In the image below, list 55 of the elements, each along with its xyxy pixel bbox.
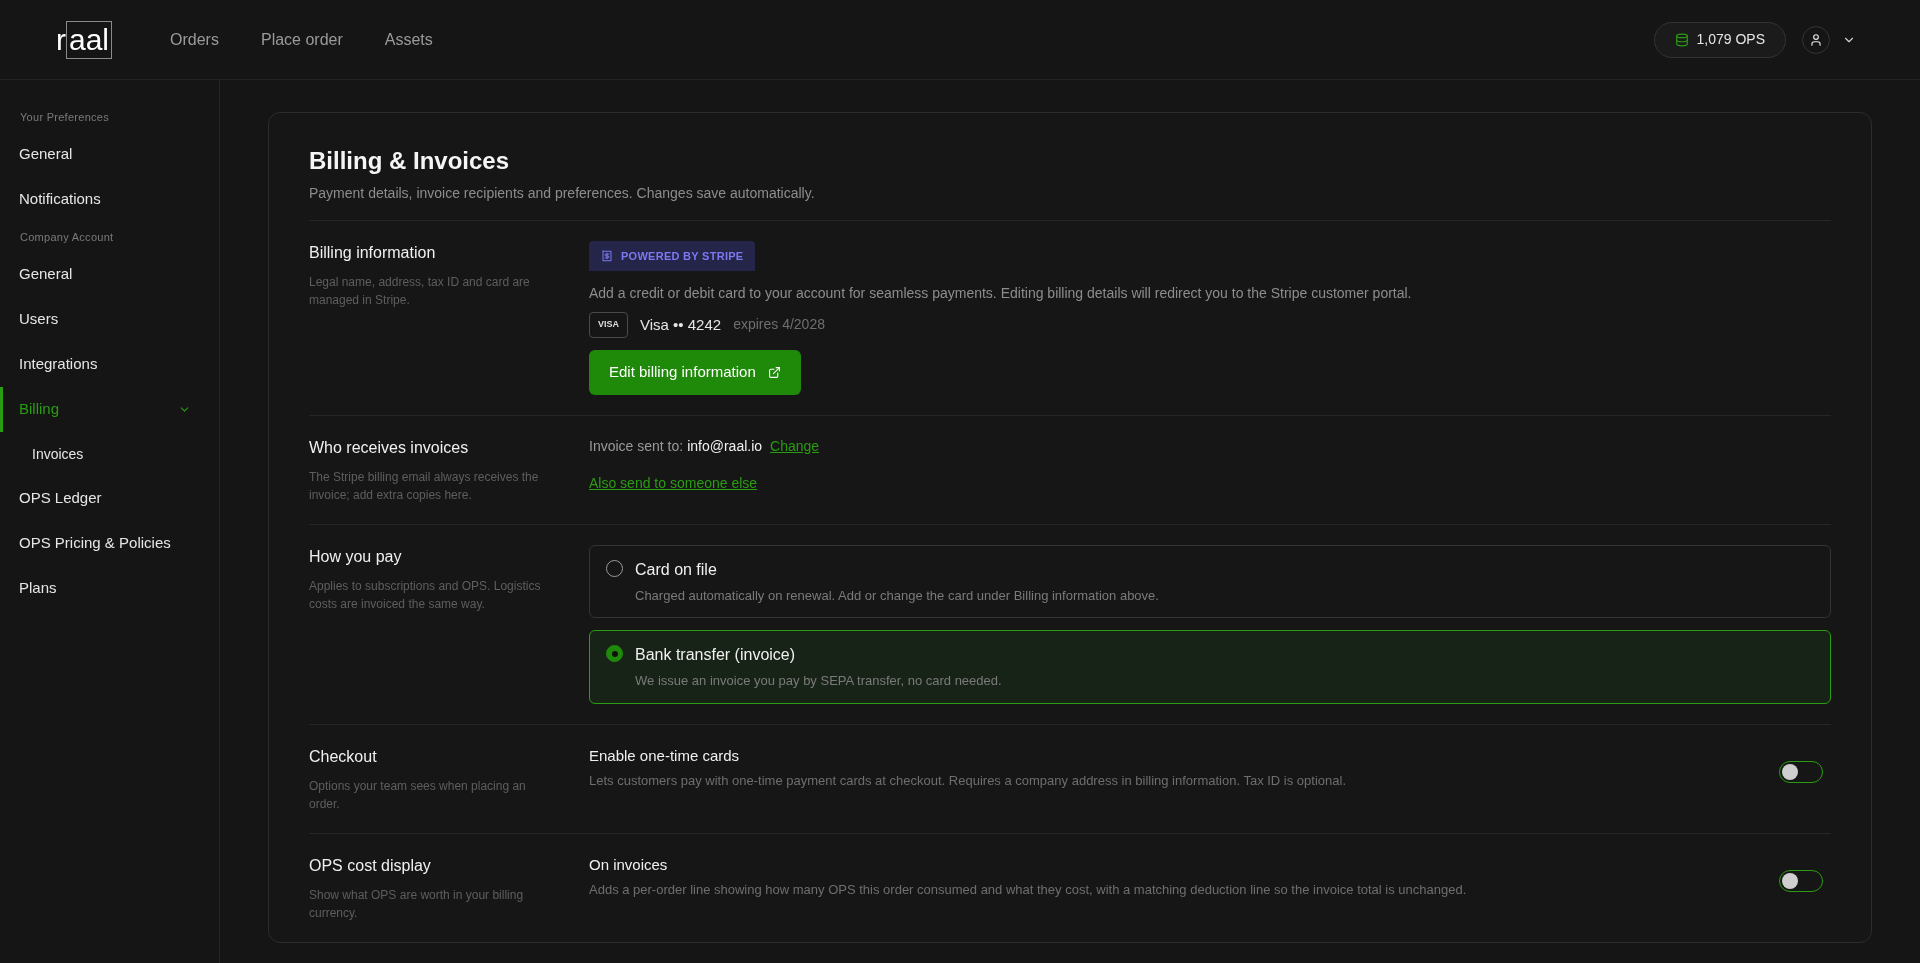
add-recipient-link[interactable]: Also send to someone else [589, 472, 758, 494]
option-title: Card on file [635, 559, 718, 580]
billing-text: Add a credit or debit card to your account for seamless payments. Editing billing details will redirect you to the Stripe customer portal. [589, 284, 1412, 303]
page-subtitle: Payment details, invoice recipients and preferences. Changes save automatically. [309, 184, 816, 203]
section-title: How you pay [309, 546, 403, 567]
sidebar-subitem[interactable]: Invoices [0, 432, 219, 476]
sidebar-heading: Company Account [19, 229, 115, 245]
edit-billing-button[interactable]: Edit billing information [589, 349, 801, 395]
powered-by-stripe-badge: POWERED BY STRIPE [589, 241, 756, 271]
ops-balance-button[interactable]: 1,079 OPS [1653, 21, 1786, 58]
section-description: Legal name, address, tax ID and card are managed in Stripe. [309, 274, 531, 309]
sidebar-item[interactable]: Notifications [0, 177, 219, 222]
email-address: info@raal.io [687, 436, 763, 456]
section-title: Checkout [309, 746, 378, 767]
user-icon [1809, 32, 1823, 47]
setting-title: On invoices [589, 854, 669, 875]
change-link[interactable]: Change [770, 435, 820, 457]
section-title: Who receives invoices [309, 437, 470, 458]
option-description: Charged automatically on renewal. Add or change the card under Billing information above. [635, 586, 1159, 605]
section-description: Applies to subscriptions and OPS. Logistics costs are invoiced the same way. [309, 577, 542, 613]
sidebar-item[interactable]: Plans [0, 566, 219, 611]
page-title: Billing & Invoices [309, 146, 511, 176]
nav-link[interactable]: Place order [260, 27, 343, 52]
toggle-switch[interactable] [1779, 760, 1823, 783]
sidebar-heading: Your Preferences [19, 109, 110, 125]
sidebar-item[interactable]: General [0, 252, 219, 297]
nav-link[interactable]: Orders [170, 27, 219, 52]
sidebar-item[interactable]: OPS Ledger [0, 476, 219, 521]
section-title: OPS cost display [309, 855, 432, 876]
card-brand-badge: VISA [589, 312, 628, 338]
sidebar-item[interactable]: Integrations [0, 342, 219, 387]
setting-description: Adds a per-order line showing how many OPS this order consumed and what they cost, with a matching deduction line so the invoice total is unchanged. [589, 881, 1467, 899]
setting-title: Enable one-time cards [589, 745, 741, 766]
section-description: Show what OPS are worth in your billing currency. [309, 886, 525, 922]
toggle-switch[interactable] [1779, 869, 1823, 892]
section-description: The Stripe billing email always receives the invoice; add extra copies here. [309, 468, 540, 504]
sent-to-label: Invoice sent to: [589, 436, 684, 456]
sidebar-item[interactable]: General [0, 132, 219, 177]
card-label: Visa •• 4242 [640, 314, 722, 335]
radio-button[interactable] [606, 645, 623, 662]
nav-link[interactable]: Assets [384, 27, 433, 52]
section-title: Billing information [309, 243, 437, 263]
external-link-icon [767, 365, 781, 379]
receipt-icon [601, 250, 613, 262]
section-description: Options your team sees when placing an order. [309, 777, 527, 813]
sidebar-item[interactable]: Users [0, 297, 219, 342]
option-description: We issue an invoice you pay by SEPA transfer, no card needed. [635, 672, 1002, 690]
card-expiry: expires 4/2028 [733, 315, 825, 335]
setting-description: Lets customers pay with one-time payment cards at checkout. Requires a company address in billing information. Tax ID is optional. [589, 772, 1346, 790]
payment-option-card[interactable]: Card on file Charged automatically on renewal. Add or change the card under Billing information above. [589, 544, 1831, 618]
coins-icon [1674, 32, 1689, 47]
sidebar-item[interactable]: OPS Pricing & Policies [0, 521, 219, 566]
payment-option-card[interactable]: Bank transfer (invoice) We issue an invoice you pay by SEPA transfer, no card needed. [589, 630, 1831, 704]
option-title: Bank transfer (invoice) [635, 645, 797, 665]
sidebar-item[interactable]: Billing [0, 387, 219, 432]
